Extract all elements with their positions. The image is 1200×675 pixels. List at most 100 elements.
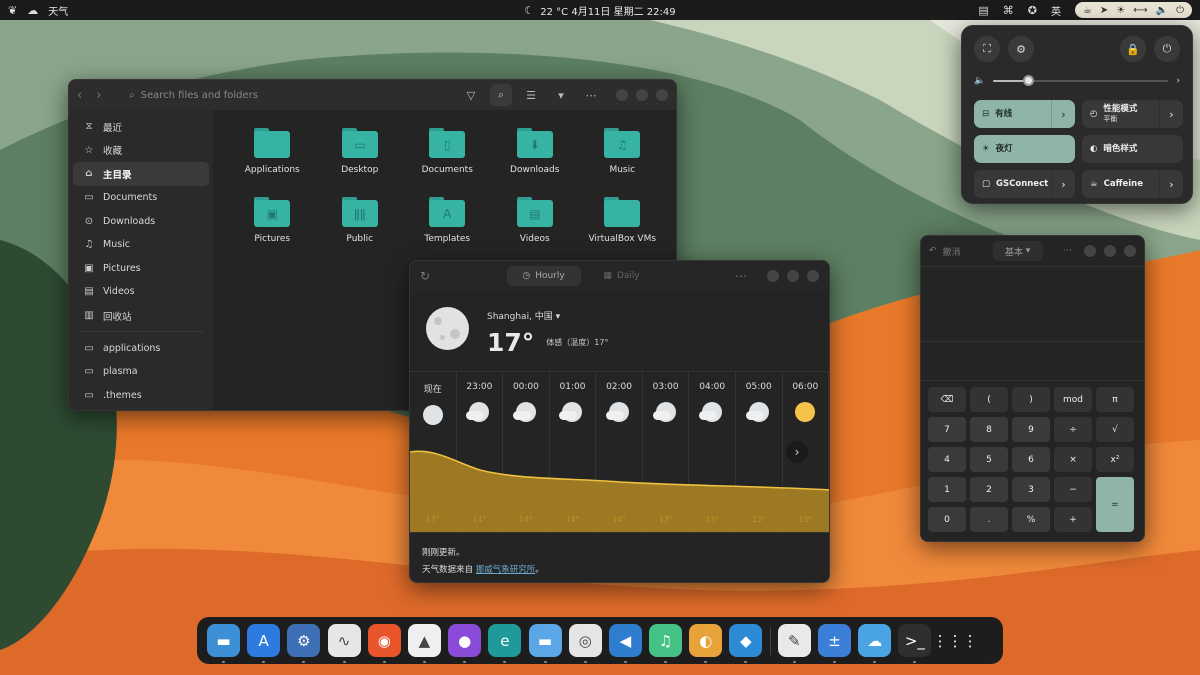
calc-key[interactable]: √ xyxy=(1096,417,1134,442)
sidebar-item[interactable]: ♫ Music xyxy=(73,233,209,257)
scroll-next-button[interactable]: › xyxy=(786,441,808,463)
folder-item[interactable]: A Templates xyxy=(404,197,492,266)
tab-hourly[interactable]: ◷ Hourly xyxy=(506,266,581,286)
sidebar-item[interactable]: ⧖ 最近 xyxy=(73,115,209,139)
folder-item[interactable]: ǁǁ Public xyxy=(316,197,404,266)
calc-key[interactable]: x² xyxy=(1096,447,1134,472)
calc-key[interactable]: ) xyxy=(1012,387,1050,412)
calc-display[interactable] xyxy=(921,266,1144,341)
folder-item[interactable]: ▭ Desktop xyxy=(316,128,404,197)
sidebar-item[interactable]: ▤ Videos xyxy=(73,280,209,304)
folder-item[interactable]: VirtualBox VMs xyxy=(579,197,667,266)
toggle-power-mode[interactable]: ◴ 性能模式 平衡 › xyxy=(1082,100,1183,128)
chevron-right-icon[interactable]: › xyxy=(1176,76,1180,86)
refresh-icon[interactable]: ↻ xyxy=(420,269,430,283)
accessibility-icon[interactable]: ✪ xyxy=(1028,4,1037,17)
calc-key[interactable]: + xyxy=(1054,507,1092,532)
calc-key[interactable]: ( xyxy=(970,387,1008,412)
sidebar-item[interactable]: ⊙ Downloads xyxy=(73,209,209,233)
source-link[interactable]: 挪威气象研究所 xyxy=(476,565,536,575)
undo-icon[interactable]: ↶ xyxy=(929,246,937,256)
lock-button[interactable]: 🔒 xyxy=(1120,36,1146,62)
screenshot-button[interactable]: ⛶ xyxy=(974,36,1000,62)
vscode-icon[interactable]: ◀ xyxy=(608,624,642,663)
list-view-icon[interactable]: ☰ xyxy=(520,84,542,106)
calc-key[interactable]: 7 xyxy=(928,417,966,442)
calc-key[interactable]: = xyxy=(1096,477,1134,532)
toggle-network[interactable]: ⊟ 有线 › xyxy=(974,100,1075,128)
calc-key[interactable]: 6 xyxy=(1012,447,1050,472)
browser-icon[interactable]: ◎ xyxy=(568,624,602,663)
clipboard-icon[interactable]: ▤ xyxy=(978,4,988,17)
calc-key[interactable]: ÷ xyxy=(1054,417,1092,442)
hourly-forecast[interactable]: 现在 17° 23:00 14° 00:00 14° 01:00 14° 02:00 14° 03:… xyxy=(410,371,829,533)
calc-key[interactable]: ⌫ xyxy=(928,387,966,412)
chevron-right-icon[interactable]: › xyxy=(1051,170,1075,198)
calc-key[interactable]: 3 xyxy=(1012,477,1050,502)
music-app-icon[interactable]: ♫ xyxy=(649,624,683,663)
back-icon[interactable]: ‹ xyxy=(77,88,82,103)
location-selector[interactable]: Shanghai, 中国 ▾ xyxy=(487,309,608,322)
calc-key[interactable]: 9 xyxy=(1012,417,1050,442)
calc-key[interactable]: × xyxy=(1054,447,1092,472)
sidebar-item[interactable]: ⌂ 主目录 xyxy=(73,162,209,186)
calc-key[interactable]: 4 xyxy=(928,447,966,472)
close-button[interactable] xyxy=(1124,245,1136,257)
maximize-button[interactable] xyxy=(636,89,648,101)
volume-slider-handle[interactable] xyxy=(1023,75,1035,86)
folder-item[interactable]: ▯ Documents xyxy=(404,128,492,197)
calc-key[interactable]: . xyxy=(970,507,1008,532)
maximize-button[interactable] xyxy=(787,270,799,282)
settings-button[interactable]: ⚙ xyxy=(1008,36,1034,62)
sidebar-item[interactable]: ▣ Pictures xyxy=(73,257,209,281)
sidebar-item[interactable]: ▭ applications xyxy=(73,336,209,360)
inkscape-icon[interactable]: ▲ xyxy=(407,624,441,663)
sidebar-item[interactable]: ▭ plasma xyxy=(73,360,209,384)
calc-key[interactable]: − xyxy=(1054,477,1092,502)
sidebar-item[interactable]: ☆ 收藏 xyxy=(73,139,209,163)
color-picker-icon[interactable]: ◐ xyxy=(689,624,723,663)
menu-icon[interactable]: ⋯ xyxy=(1063,246,1072,256)
minimize-button[interactable] xyxy=(767,270,779,282)
sidebar-item[interactable]: ▥ 回收站 xyxy=(73,304,209,328)
virtualbox-icon[interactable]: ◆ xyxy=(729,624,763,663)
app-store-icon[interactable]: A xyxy=(247,624,281,663)
toggle-night-light[interactable]: ☀ 夜灯 xyxy=(974,135,1075,163)
calc-key[interactable]: % xyxy=(1012,507,1050,532)
calc-key[interactable]: 0 xyxy=(928,507,966,532)
search-button[interactable]: ⌕ xyxy=(490,84,512,106)
calc-key[interactable]: 8 xyxy=(970,417,1008,442)
tab-daily[interactable]: ▦ Daily xyxy=(585,266,659,286)
system-monitor-icon[interactable]: ∿ xyxy=(327,624,361,663)
calc-key[interactable]: 5 xyxy=(970,447,1008,472)
system-status-menu[interactable]: ☕ ➤ ☀ ⟷ 🔈 ⏻ xyxy=(1074,2,1192,18)
maximize-button[interactable] xyxy=(1104,245,1116,257)
sidebar-item[interactable]: ▭ Documents xyxy=(73,186,209,210)
calculator-app-icon[interactable]: ± xyxy=(818,624,851,663)
mode-selector[interactable]: 基本 ▾ xyxy=(992,241,1043,261)
menu-icon[interactable]: ⋯ xyxy=(735,269,747,283)
toggle-phone[interactable]: ▢ GSConnect › xyxy=(974,170,1075,198)
gnome-foot-icon[interactable]: ❦ xyxy=(8,4,17,17)
undo-button[interactable]: 撤消 xyxy=(943,245,961,258)
app-grid-icon[interactable]: ⋮⋮⋮ xyxy=(933,624,978,657)
folder-item[interactable]: ▣ Pictures xyxy=(229,197,317,266)
terminal-icon[interactable]: >_ xyxy=(898,624,932,663)
toggle-dark-style[interactable]: ◐ 暗色样式 xyxy=(1082,135,1183,163)
forward-icon[interactable]: › xyxy=(96,88,101,103)
chevron-down-icon[interactable]: ▾ xyxy=(550,84,572,106)
folder-item[interactable]: Applications xyxy=(229,128,317,197)
text-editor-icon[interactable]: ✎ xyxy=(777,624,811,663)
edge-icon[interactable]: e xyxy=(488,624,522,663)
calc-key[interactable]: 2 xyxy=(970,477,1008,502)
folder-item[interactable]: ♫ Music xyxy=(579,128,667,197)
toggle-coffee[interactable]: ☕ Caffeine › xyxy=(1082,170,1183,198)
weather-app-icon[interactable]: ☁ xyxy=(858,624,892,663)
folder-item[interactable]: ⬇ Downloads xyxy=(491,128,579,197)
sidebar-item[interactable]: ▭ .themes xyxy=(73,384,209,408)
clock-area[interactable]: ☾ 22 °C 4月11日 星期二 22:49 xyxy=(400,3,800,18)
calc-key[interactable]: π xyxy=(1096,387,1134,412)
github-icon[interactable]: ● xyxy=(448,624,482,663)
volume-slider[interactable] xyxy=(993,75,1169,87)
search-field[interactable]: ⌕ Search files and folders xyxy=(125,84,452,106)
